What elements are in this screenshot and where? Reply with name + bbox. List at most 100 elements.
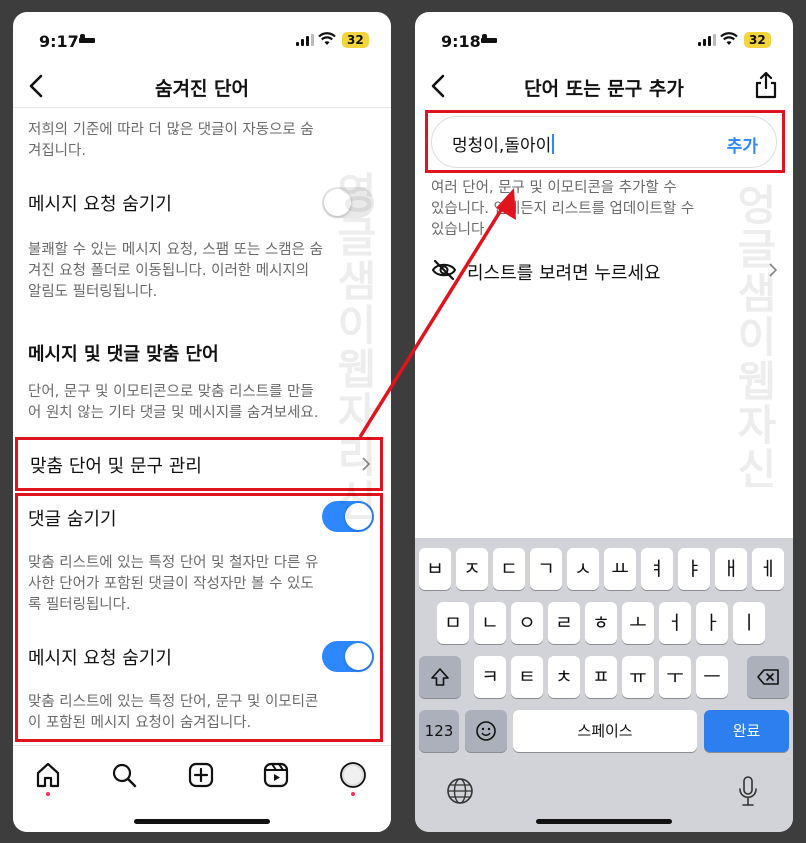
- helper-text-line: 있습니다. 언제든지 리스트를 업데이트할 수: [431, 201, 695, 217]
- hide-comments-label: 댓글 숨기기: [28, 509, 117, 530]
- key[interactable]: ㅁ: [437, 602, 469, 644]
- page-title: 단어 또는 문구 추가: [524, 78, 684, 100]
- description-line: 맞춤 리스트에 있는 특정 단어 및 철자만 다른 유: [28, 555, 319, 571]
- message-request-hide-description: 불쾌할 수 있는 메시지 요청, 스팸 또는 스캠은 숨 겨진 요청 폴더로 이…: [28, 240, 376, 303]
- key[interactable]: ㅎ: [585, 602, 617, 644]
- add-word-screen: 9:18 32 단어 또는 문구 추가 멍청이,돌아이 추가 여러 단어, 문구…: [415, 12, 793, 832]
- home-icon[interactable]: [33, 760, 63, 790]
- navigation-bar: 숨겨진 단어: [13, 64, 391, 108]
- key[interactable]: ㄱ: [530, 548, 562, 590]
- cellular-signal-icon: [698, 34, 716, 46]
- backspace-key[interactable]: [747, 656, 789, 698]
- key[interactable]: ㅠ: [622, 656, 654, 698]
- key[interactable]: ㅓ: [659, 602, 691, 644]
- share-icon[interactable]: [753, 70, 779, 100]
- profile-icon[interactable]: [338, 760, 368, 790]
- microphone-icon[interactable]: [735, 774, 761, 808]
- key[interactable]: ㅂ: [419, 548, 451, 590]
- key[interactable]: ㅛ: [604, 548, 636, 590]
- view-list-label: 리스트를 보려면 누르세요: [467, 263, 661, 284]
- description-line: 맞춤 리스트에 있는 특정 단어, 문구 및 이모티콘: [28, 694, 319, 710]
- shift-icon: [431, 668, 449, 686]
- key[interactable]: ㅡ: [696, 656, 728, 698]
- watermark-char: 자: [737, 401, 777, 450]
- word-input-value[interactable]: 멍청이,돌아이: [452, 131, 555, 156]
- intro-text: 저희의 기준에 따라 더 많은 댓글이 자동으로 숨 겨집니다.: [28, 120, 373, 162]
- watermark: 영 글 샘 이 웹 자 리 신: [333, 172, 381, 524]
- header-divider: [13, 107, 391, 108]
- battery-indicator: 32: [342, 32, 369, 48]
- key[interactable]: ㅍ: [585, 656, 617, 698]
- create-icon[interactable]: [186, 760, 216, 790]
- notification-dot: [351, 792, 355, 796]
- key[interactable]: ㅣ: [733, 602, 765, 644]
- watermark-char: 이: [737, 313, 777, 362]
- navigation-bar: 단어 또는 문구 추가: [415, 64, 793, 108]
- key[interactable]: ㅐ: [715, 548, 747, 590]
- watermark-char: 웹: [337, 345, 377, 394]
- description-line: 사한 단어가 포함된 댓글이 작성자만 볼 수 있도: [28, 576, 314, 592]
- hide-requests-label: 메시지 요청 숨기기: [28, 648, 172, 669]
- key[interactable]: ㄹ: [548, 602, 580, 644]
- watermark: 엉 글 샘 이 웹 자 신: [733, 184, 781, 492]
- done-key[interactable]: 완료: [704, 710, 789, 752]
- watermark-char: 신: [337, 477, 377, 526]
- add-button[interactable]: 추가: [727, 132, 758, 157]
- settings-screen-hidden-words: 9:17 32 숨겨진 단어 저희의 기준에 따라 더 많은 댓글이 자동으로 …: [13, 12, 391, 832]
- search-icon[interactable]: [109, 760, 139, 790]
- watermark-char: 리: [337, 433, 377, 482]
- status-time: 9:18: [441, 32, 481, 51]
- key[interactable]: ㅋ: [474, 656, 506, 698]
- hide-requests-description: 맞춤 리스트에 있는 특정 단어, 문구 및 이모티콘 이 포함된 메시지 요청…: [28, 692, 376, 734]
- notification-dot: [46, 792, 50, 796]
- home-indicator: [536, 819, 672, 824]
- reels-icon[interactable]: [261, 760, 291, 790]
- key[interactable]: ㄷ: [493, 548, 525, 590]
- hide-requests-toggle[interactable]: [322, 641, 374, 672]
- battery-indicator: 32: [744, 32, 771, 48]
- description-line: 단어, 문구 및 이모티콘으로 맞춤 리스트를 만들: [28, 384, 314, 400]
- key[interactable]: ㅈ: [456, 548, 488, 590]
- key[interactable]: ㅔ: [752, 548, 784, 590]
- key[interactable]: ㅇ: [511, 602, 543, 644]
- key[interactable]: ㅗ: [622, 602, 654, 644]
- watermark-char: 엉: [737, 181, 777, 230]
- emoji-key[interactable]: [465, 710, 507, 752]
- key[interactable]: ㅑ: [678, 548, 710, 590]
- watermark-char: 글: [337, 213, 377, 262]
- key[interactable]: ㄴ: [474, 602, 506, 644]
- word-input-field[interactable]: 멍청이,돌아이 추가: [431, 116, 777, 168]
- custom-words-section-description: 단어, 문구 및 이모티콘으로 맞춤 리스트를 만들 어 원치 않는 기타 댓글…: [28, 382, 376, 424]
- wifi-icon: [720, 32, 738, 45]
- custom-words-section-title: 메시지 및 댓글 맞춤 단어: [28, 344, 219, 365]
- shift-key[interactable]: [419, 656, 461, 698]
- watermark-char: 웹: [737, 357, 777, 406]
- globe-icon[interactable]: [445, 776, 475, 806]
- key[interactable]: ㅜ: [659, 656, 691, 698]
- numbers-key[interactable]: 123: [419, 710, 459, 752]
- message-request-hide-label: 메시지 요청 숨기기: [28, 194, 172, 215]
- helper-text-line: 여러 단어, 문구 및 이모티콘을 추가할 수: [431, 180, 677, 196]
- watermark-char: 글: [737, 225, 777, 274]
- status-time: 9:17: [39, 32, 79, 51]
- text-caret: [552, 134, 555, 154]
- key[interactable]: ㅌ: [511, 656, 543, 698]
- watermark-char: 신: [737, 445, 777, 494]
- intro-text-line: 저희의 기준에 따라 더 많은 댓글이 자동으로 숨: [28, 122, 314, 138]
- description-line: 어 원치 않는 기타 댓글 및 메시지를 숨겨보세요.: [28, 405, 319, 421]
- toggle-knob: [345, 643, 372, 670]
- watermark-char: 이: [337, 301, 377, 350]
- korean-keyboard: ㅂ ㅈ ㄷ ㄱ ㅅ ㅛ ㅕ ㅑ ㅐ ㅔ ㅁ ㄴ ㅇ ㄹ ㅎ ㅗ ㅓ ㅏ ㅣ ㅋ …: [415, 538, 793, 832]
- manage-words-row[interactable]: 맞춤 단어 및 문구 관리: [15, 437, 383, 491]
- sleep-focus-icon: [79, 34, 95, 45]
- key[interactable]: ㅅ: [567, 548, 599, 590]
- status-bar: 9:17 32: [13, 12, 391, 64]
- tab-bar: [13, 745, 391, 832]
- key[interactable]: ㅕ: [641, 548, 673, 590]
- key[interactable]: ㅏ: [696, 602, 728, 644]
- eye-off-icon: [431, 259, 457, 281]
- space-key[interactable]: 스페이스: [513, 710, 697, 752]
- helper-text-line: 있습니다.: [431, 222, 489, 238]
- key[interactable]: ㅊ: [548, 656, 580, 698]
- hide-comments-description: 맞춤 리스트에 있는 특정 단어 및 철자만 다른 유 사한 단어가 포함된 댓…: [28, 553, 376, 616]
